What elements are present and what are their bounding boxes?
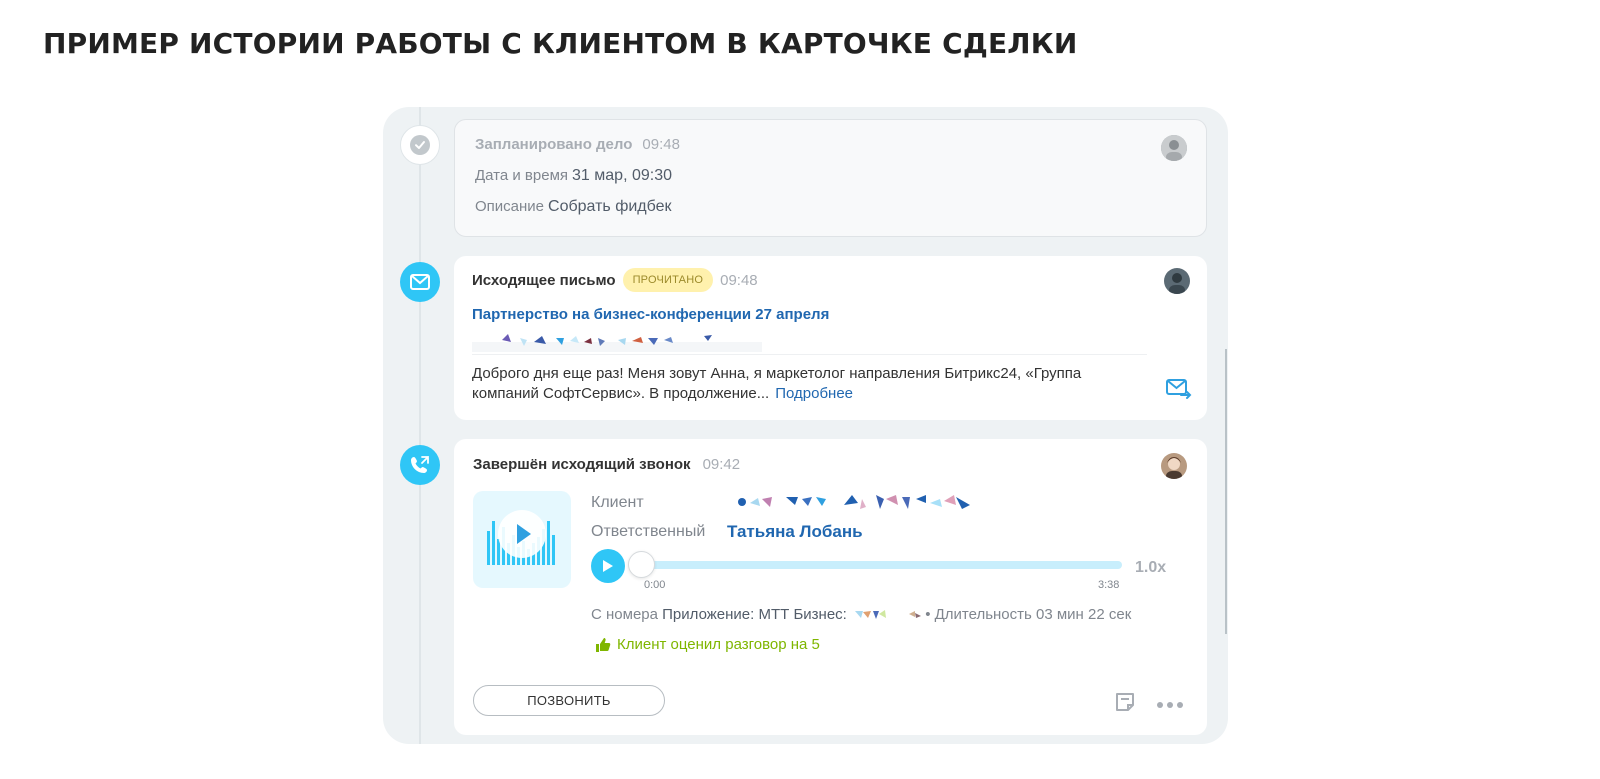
play-icon	[603, 560, 613, 572]
client-label: Клиент	[591, 494, 644, 511]
avatar[interactable]	[1161, 135, 1187, 161]
redacted-number	[855, 610, 922, 620]
more-link[interactable]: Подробнее	[775, 385, 853, 402]
redacted-client-name	[734, 491, 979, 518]
email-subject-link[interactable]: Партнерство на бизнес-конференции 27 апр…	[472, 306, 829, 323]
thumbs-up-icon	[596, 637, 611, 652]
audio-thumbnail[interactable]	[473, 491, 571, 588]
call-time: 09:42	[702, 456, 741, 473]
phone-icon	[400, 445, 440, 485]
planned-title: Запланировано дело	[475, 136, 633, 153]
page-title: ПРИМЕР ИСТОРИИ РАБОТЫ С КЛИЕНТОМ В КАРТО…	[43, 27, 1078, 60]
note-icon[interactable]	[1114, 691, 1136, 718]
timeline-line	[419, 107, 421, 744]
planned-description: Описание Собрать фидбек	[475, 198, 672, 215]
avatar[interactable]	[1161, 453, 1187, 479]
email-preview: Доброго дня еще раз! Меня зовут Анна, я …	[472, 365, 1082, 402]
redacted-recipients	[472, 328, 762, 354]
more-icon[interactable]	[1156, 697, 1184, 715]
check-icon	[400, 125, 440, 165]
call-title: Завершён исходящий звонок	[473, 456, 691, 473]
call-meta: С номера Приложение: МТТ Бизнес: • Длите…	[591, 606, 1132, 623]
responsible-name[interactable]: Татьяна Лобань	[727, 522, 863, 542]
playback-speed[interactable]: 1.0x	[1135, 559, 1166, 577]
outgoing-call-card[interactable]: Завершён исходящий звонок 09:42 Клиент О…	[454, 439, 1207, 735]
status-badge: ПРОЧИТАНО	[622, 268, 714, 292]
call-button[interactable]: ПОЗВОНИТЬ	[473, 685, 665, 716]
responsible-label: Ответственный	[591, 523, 706, 540]
activity-timeline: Запланировано дело 09:48 Дата и время 31 …	[383, 107, 1228, 744]
planned-datetime: Дата и время 31 мар, 09:30	[475, 167, 672, 184]
planned-time: 09:48	[642, 136, 680, 153]
avatar[interactable]	[1164, 268, 1190, 294]
time-start: 0:00	[644, 579, 666, 591]
planned-activity-card[interactable]: Запланировано дело 09:48 Дата и время 31 …	[454, 119, 1207, 237]
email-time: 09:48	[720, 271, 758, 289]
time-end: 3:38	[1098, 579, 1120, 591]
call-rating: Клиент оценил разговор на 5	[595, 636, 820, 653]
mail-forward-icon[interactable]	[1166, 378, 1192, 405]
audio-progress-track[interactable]	[640, 561, 1122, 569]
scrollbar[interactable]	[1225, 349, 1227, 634]
outgoing-email-card[interactable]: Исходящее письмо ПРОЧИТАНО 09:48 Партнер…	[454, 256, 1207, 420]
divider	[472, 354, 1147, 355]
mail-icon	[400, 262, 440, 302]
audio-progress-knob[interactable]	[628, 551, 655, 578]
email-title: Исходящее письмо	[472, 271, 616, 289]
play-button[interactable]	[591, 549, 625, 583]
sound-wave-icon	[487, 510, 555, 565]
